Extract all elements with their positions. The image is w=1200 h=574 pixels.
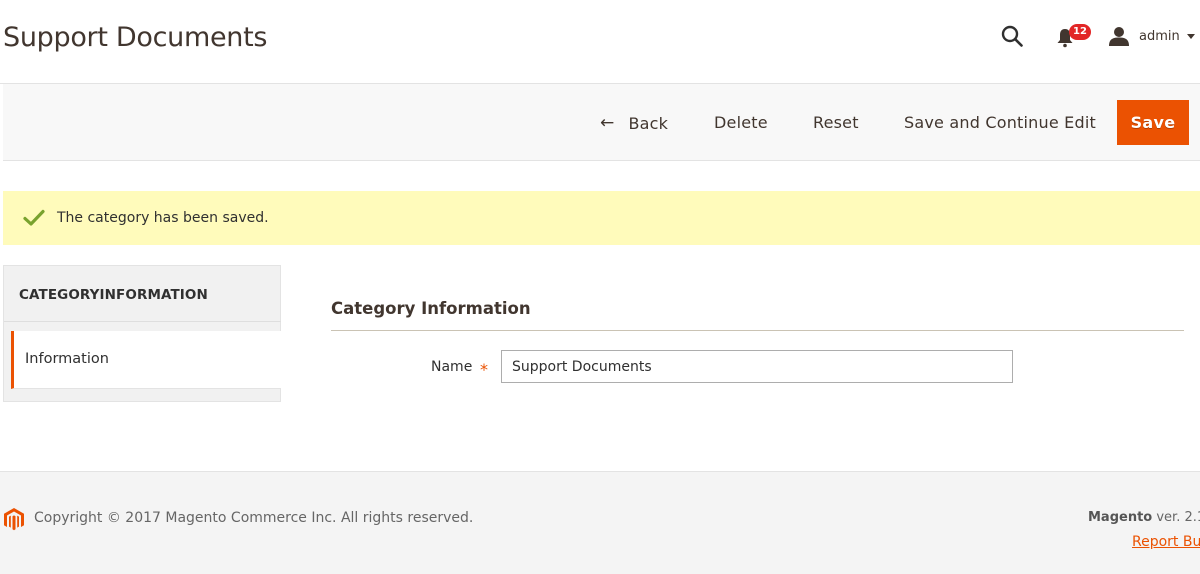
copyright-text: Copyright © 2017 Magento Commerce Inc. A… [34,510,474,526]
section-title: Category Information [331,299,531,318]
page-actions-toolbar: ← Back Delete Reset Save and Continue Ed… [3,84,1200,161]
name-field-label: Name [431,359,473,375]
name-input[interactable] [501,350,1013,383]
version-text: Magento ver. 2.1 [1088,510,1200,525]
notifications-button[interactable]: 12 [1054,22,1094,50]
version-brand: Magento [1088,510,1153,525]
notifications-count-badge: 12 [1069,24,1091,40]
version-number: ver. 2.1 [1152,510,1200,525]
sidebar-item-label: Information [25,351,109,367]
page-footer: Copyright © 2017 Magento Commerce Inc. A… [0,471,1200,574]
user-name: admin [1139,28,1180,44]
sidebar-tabs: CATEGORYINFORMATION Information [3,265,281,402]
caret-down-icon [1186,33,1195,39]
search-icon [1001,25,1023,47]
sidebar-divider [4,321,281,322]
magento-logo-icon [4,508,24,531]
report-bugs-link[interactable]: Report Bu [1132,534,1200,550]
page-header: Support Documents 12 admin [0,0,1200,84]
reset-button[interactable]: Reset [813,113,859,132]
sidebar-title: CATEGORYINFORMATION [19,287,208,303]
back-label: Back [628,113,669,133]
success-message: The category has been saved. [3,191,1200,245]
admin-user-menu[interactable]: admin [1108,24,1195,48]
save-and-continue-edit-button[interactable]: Save and Continue Edit [904,113,1096,132]
section-divider [331,330,1184,331]
arrow-left-icon: ← [600,113,615,133]
checkmark-icon [23,209,45,226]
sidebar-item-information[interactable]: Information [11,331,281,389]
delete-button[interactable]: Delete [714,113,768,132]
back-button[interactable]: ← Back [600,113,668,133]
save-button[interactable]: Save [1117,100,1189,145]
required-asterisk: * [480,360,488,379]
user-icon [1109,27,1129,46]
search-button[interactable] [1000,24,1026,50]
success-message-text: The category has been saved. [57,210,269,226]
page-title: Support Documents [3,22,268,53]
